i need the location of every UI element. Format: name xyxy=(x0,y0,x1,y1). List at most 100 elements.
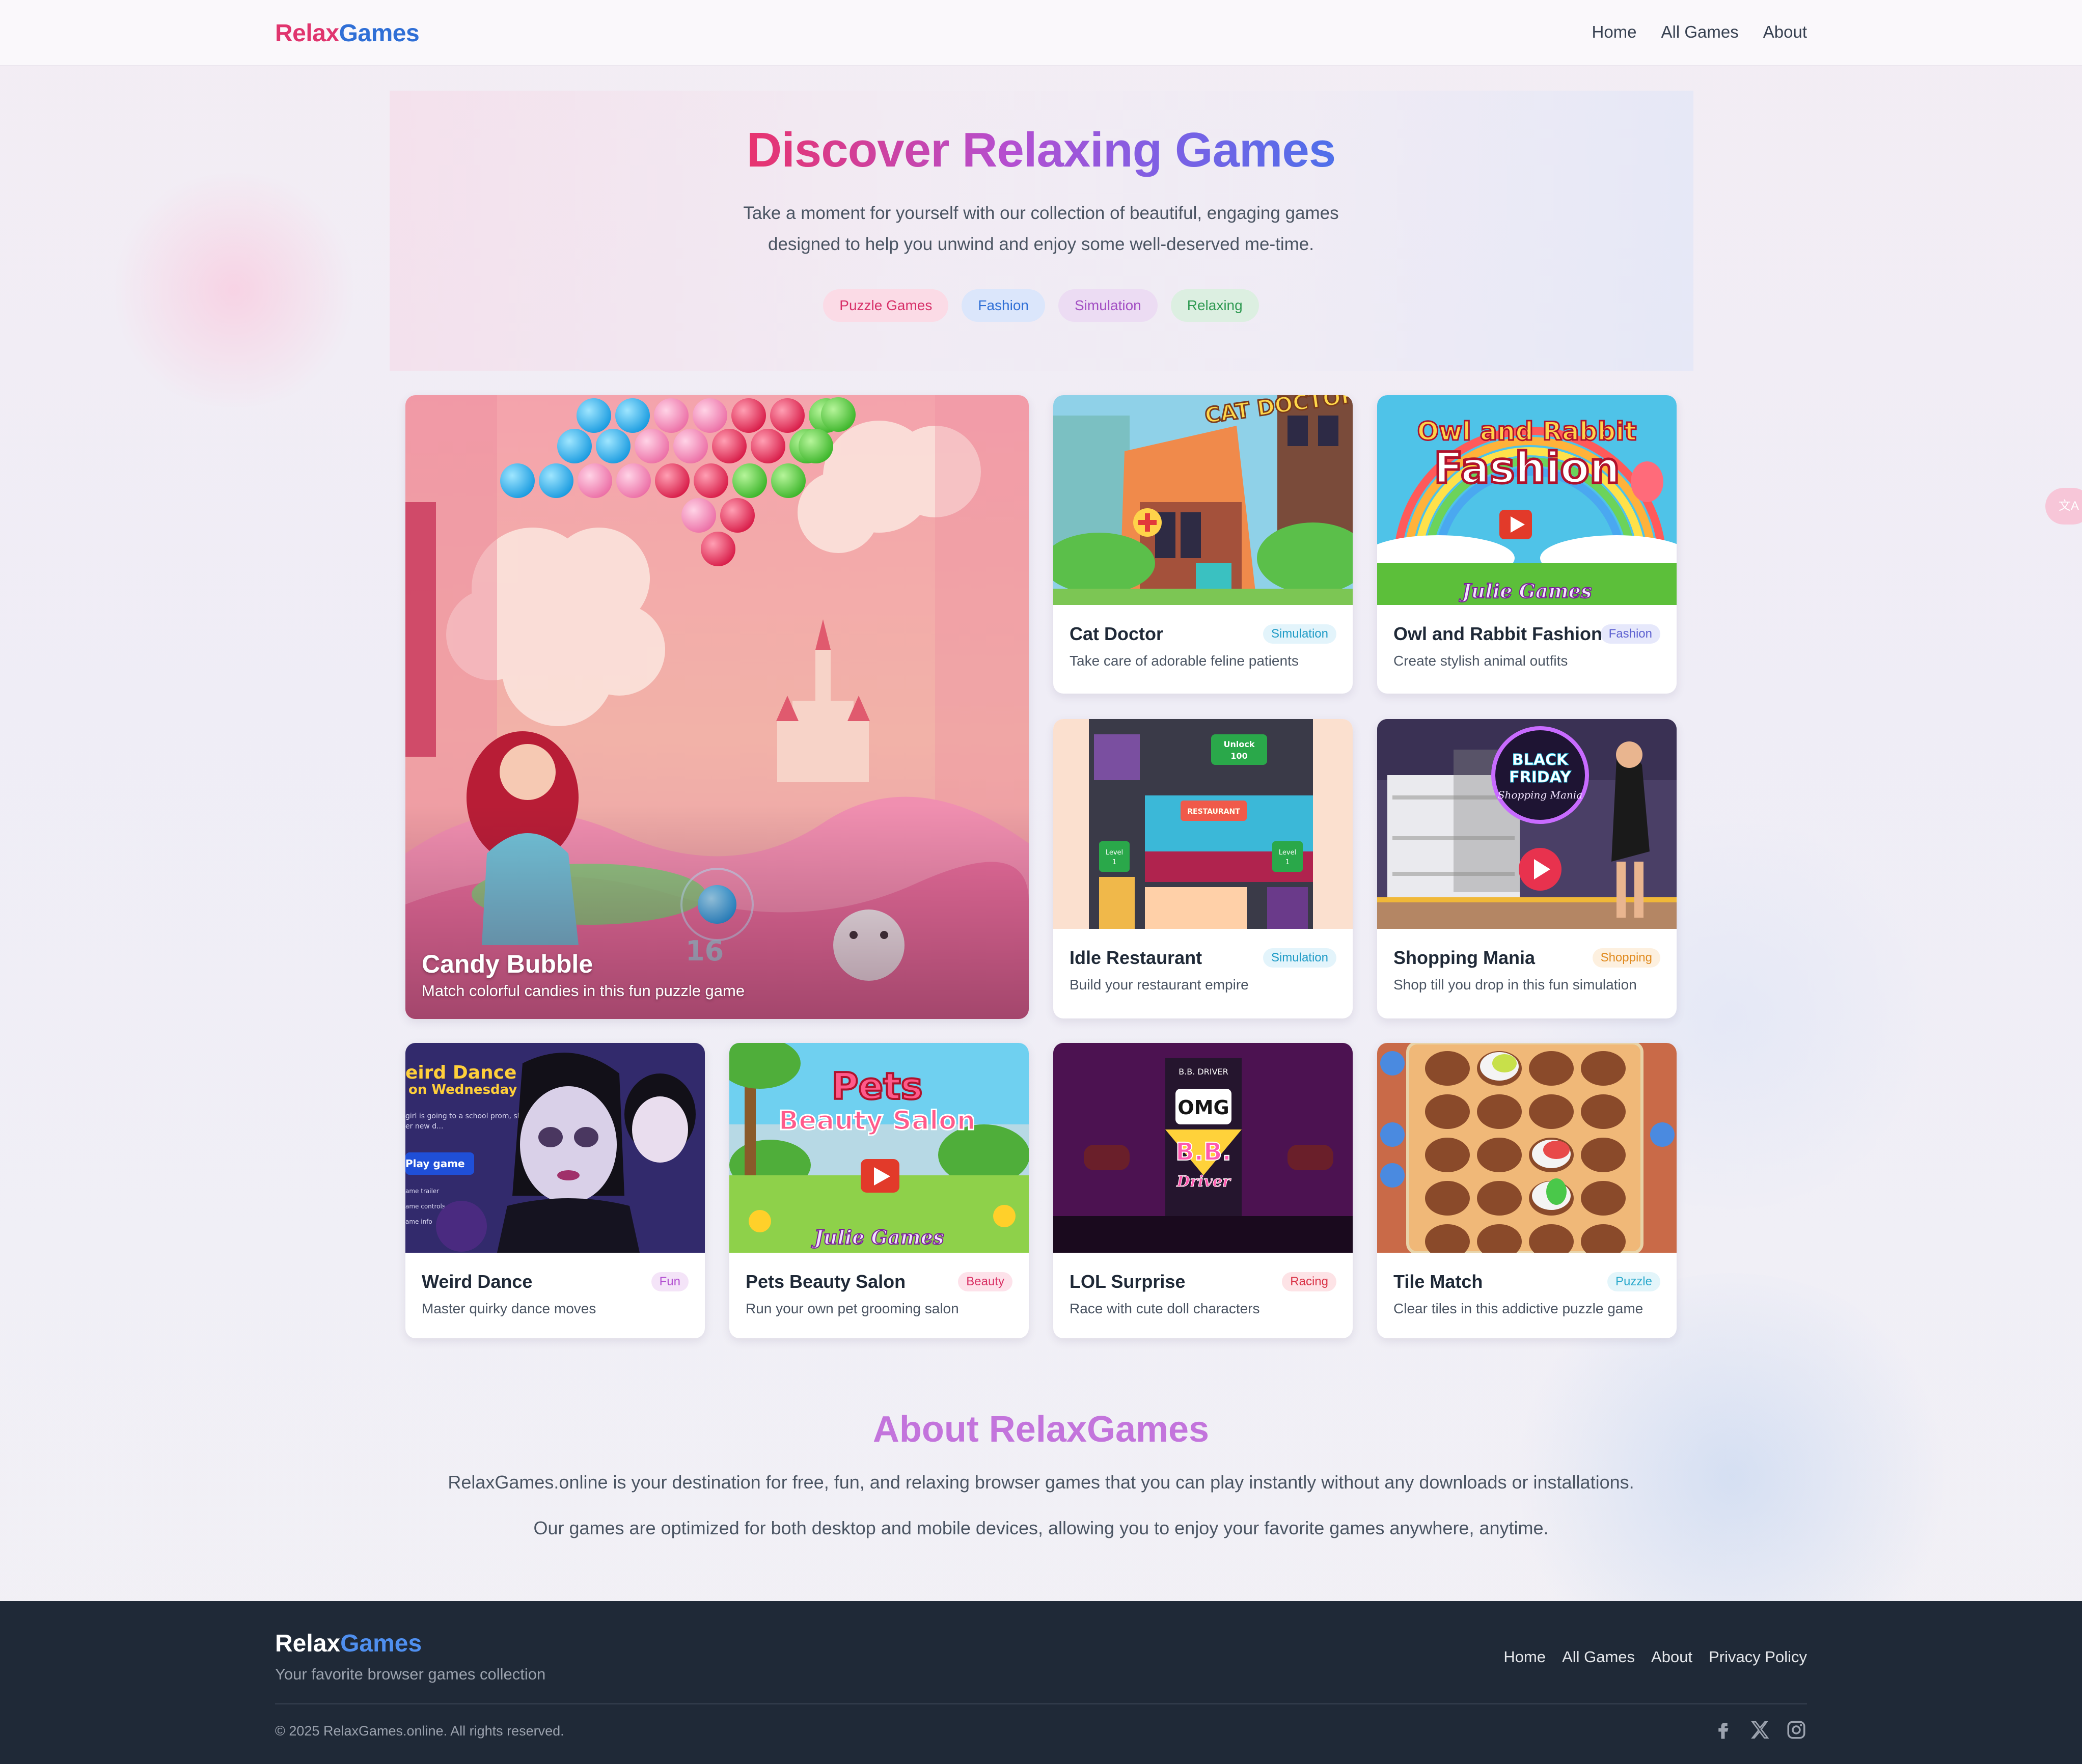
about-title: About RelaxGames xyxy=(872,1409,1210,1450)
hero-title-text: Discover Relaxing Games xyxy=(746,123,1336,177)
category-chips: Puzzle Games Fashion Simulation Relaxing xyxy=(0,289,2082,322)
instagram-icon[interactable] xyxy=(1786,1719,1807,1741)
svg-text:Level: Level xyxy=(1106,849,1123,857)
game-card-cat-doctor[interactable]: CAT DOCTOR Cat Doctor Simulation Take ca… xyxy=(1053,395,1353,694)
svg-text:Owl and Rabbit: Owl and Rabbit xyxy=(1417,417,1637,446)
game-description: Run your own pet grooming salon xyxy=(746,1301,959,1316)
game-tag: Racing xyxy=(1282,1272,1336,1291)
game-title: Weird Dance xyxy=(422,1271,533,1292)
hero-subtitle-line-1: Take a moment for yourself with our coll… xyxy=(743,203,1339,223)
top-navbar: RelaxGames Home All Games About xyxy=(0,0,2082,66)
game-card-pets-beauty-salon[interactable]: Pets Beauty Salon Julie Games Pets Beaut… xyxy=(729,1043,1029,1338)
chip-relaxing[interactable]: Relaxing xyxy=(1170,289,1259,322)
game-card-tile-match[interactable]: Tile Match Puzzle Clear tiles in this ad… xyxy=(1377,1043,1677,1338)
svg-text:ame trailer: ame trailer xyxy=(405,1188,439,1195)
game-card-shopping-mania[interactable]: BLACK FRIDAY Shopping Mania Shopping Man… xyxy=(1377,719,1677,1018)
svg-text:RESTAURANT: RESTAURANT xyxy=(1187,808,1240,816)
facebook-icon[interactable] xyxy=(1712,1719,1734,1741)
game-card-lol-surprise[interactable]: B.B. DRIVER OMG B.B. Driver LOL Surprise… xyxy=(1053,1043,1353,1338)
nav-link-about[interactable]: About xyxy=(1763,22,1807,42)
footer-link-home[interactable]: Home xyxy=(1503,1648,1546,1666)
svg-text:Pets: Pets xyxy=(832,1065,923,1108)
social-links xyxy=(1712,1719,1807,1741)
tile-match-artwork xyxy=(1377,1043,1677,1253)
footer-link-all-games[interactable]: All Games xyxy=(1562,1648,1635,1666)
svg-text:FRIDAY: FRIDAY xyxy=(1509,768,1572,786)
svg-text:er new d...: er new d... xyxy=(405,1122,443,1131)
svg-text:Unlock: Unlock xyxy=(1224,739,1255,749)
svg-text:Julie Games: Julie Games xyxy=(1459,580,1592,602)
game-title: Idle Restaurant xyxy=(1070,947,1202,968)
svg-text:100: 100 xyxy=(1230,751,1247,761)
chip-fashion[interactable]: Fashion xyxy=(962,289,1045,322)
nav-link-home[interactable]: Home xyxy=(1592,22,1637,42)
svg-text:on Wednesday: on Wednesday xyxy=(408,1082,517,1097)
lol-surprise-thumbnail: B.B. DRIVER OMG B.B. Driver xyxy=(1053,1043,1353,1253)
game-description: Shop till you drop in this fun simulatio… xyxy=(1393,977,1637,993)
featured-game-description: Match colorful candies in this fun puzzl… xyxy=(422,982,745,1000)
nav-link-all-games[interactable]: All Games xyxy=(1661,22,1739,42)
hero-subtitle-line-2: designed to help you unwind and enjoy so… xyxy=(768,234,1314,254)
game-description: Create stylish animal outfits xyxy=(1393,653,1568,669)
svg-text:B.B. DRIVER: B.B. DRIVER xyxy=(1179,1067,1228,1077)
game-description: Master quirky dance moves xyxy=(422,1301,596,1316)
game-title: LOL Surprise xyxy=(1070,1271,1186,1292)
about-paragraph-1: RelaxGames.online is your destination fo… xyxy=(448,1472,1634,1493)
weird-dance-artwork: eird Dance on Wednesday girl is going to… xyxy=(405,1043,705,1253)
game-tag: Simulation xyxy=(1263,624,1336,644)
game-card-owl-rabbit-fashion[interactable]: Owl and Rabbit Fashion Julie Games Owl a… xyxy=(1377,395,1677,694)
game-title: Cat Doctor xyxy=(1070,623,1164,644)
x-icon[interactable] xyxy=(1749,1719,1770,1741)
svg-text:Julie Games: Julie Games xyxy=(811,1226,944,1249)
svg-text:Shopping Mania: Shopping Mania xyxy=(1498,789,1582,801)
footer-divider xyxy=(275,1703,1807,1704)
svg-text:Fashion: Fashion xyxy=(1434,443,1620,493)
cat-doctor-artwork: CAT DOCTOR xyxy=(1053,395,1353,605)
translate-button[interactable]: 文A xyxy=(2045,488,2082,525)
svg-text:Driver: Driver xyxy=(1176,1173,1231,1191)
site-logo[interactable]: RelaxGames xyxy=(275,19,420,47)
svg-text:ame info: ame info xyxy=(405,1218,432,1225)
game-description: Take care of adorable feline patients xyxy=(1070,653,1299,669)
svg-text:OMG: OMG xyxy=(1177,1096,1229,1119)
about-paragraph-2: Our games are optimized for both desktop… xyxy=(533,1518,1549,1538)
owl-rabbit-fashion-thumbnail: Owl and Rabbit Fashion Julie Games xyxy=(1377,395,1677,605)
chip-puzzle-games[interactable]: Puzzle Games xyxy=(823,289,949,322)
cat-doctor-thumbnail: CAT DOCTOR xyxy=(1053,395,1353,605)
game-description: Clear tiles in this addictive puzzle gam… xyxy=(1393,1301,1643,1316)
svg-text:Play game: Play game xyxy=(405,1157,465,1170)
svg-text:eird Dance: eird Dance xyxy=(405,1062,516,1083)
idle-restaurant-artwork: RESTAURANT Unlock 100 Level 1 Level 1 xyxy=(1053,719,1353,929)
game-tag: Puzzle xyxy=(1607,1272,1660,1291)
game-description: Race with cute doll characters xyxy=(1070,1301,1260,1316)
featured-game-title: Candy Bubble xyxy=(422,950,593,978)
game-tag: Beauty xyxy=(958,1272,1012,1291)
game-tag: Simulation xyxy=(1263,948,1336,968)
hero-subtitle: Take a moment for yourself with our coll… xyxy=(703,198,1379,260)
footer-logo[interactable]: RelaxGames xyxy=(275,1630,422,1658)
chip-simulation[interactable]: Simulation xyxy=(1058,289,1158,322)
idle-restaurant-thumbnail: RESTAURANT Unlock 100 Level 1 Level 1 xyxy=(1053,719,1353,929)
footer-link-privacy-policy[interactable]: Privacy Policy xyxy=(1709,1648,1807,1666)
game-tag: Shopping xyxy=(1592,948,1660,968)
footer-link-about[interactable]: About xyxy=(1651,1648,1692,1666)
game-title: Pets Beauty Salon xyxy=(746,1271,906,1292)
svg-text:Level: Level xyxy=(1279,849,1296,857)
svg-text:ame controls: ame controls xyxy=(405,1203,445,1210)
footer-links: Home All Games About Privacy Policy xyxy=(1503,1648,1807,1666)
shopping-mania-artwork: BLACK FRIDAY Shopping Mania xyxy=(1377,719,1677,929)
logo-part-relax: Relax xyxy=(275,20,339,47)
svg-text:1: 1 xyxy=(1112,859,1116,866)
featured-game-card-candy-bubble[interactable]: 16 Candy Bubble Match colorful candies xyxy=(405,395,1029,1019)
game-title: Shopping Mania xyxy=(1393,947,1535,968)
footer-logo-part-games: Games xyxy=(340,1630,422,1657)
svg-text:1: 1 xyxy=(1285,859,1290,866)
footer-tagline: Your favorite browser games collection xyxy=(275,1665,546,1683)
hero-title: Discover Relaxing Games xyxy=(0,122,2082,178)
game-card-weird-dance[interactable]: eird Dance on Wednesday girl is going to… xyxy=(405,1043,705,1338)
pets-beauty-salon-thumbnail: Pets Beauty Salon Julie Games xyxy=(729,1043,1029,1253)
game-tag: Fun xyxy=(651,1272,689,1291)
game-card-idle-restaurant[interactable]: RESTAURANT Unlock 100 Level 1 Level 1 Id… xyxy=(1053,719,1353,1018)
footer-copyright: © 2025 RelaxGames.online. All rights res… xyxy=(275,1723,564,1739)
svg-text:BLACK: BLACK xyxy=(1512,751,1569,769)
